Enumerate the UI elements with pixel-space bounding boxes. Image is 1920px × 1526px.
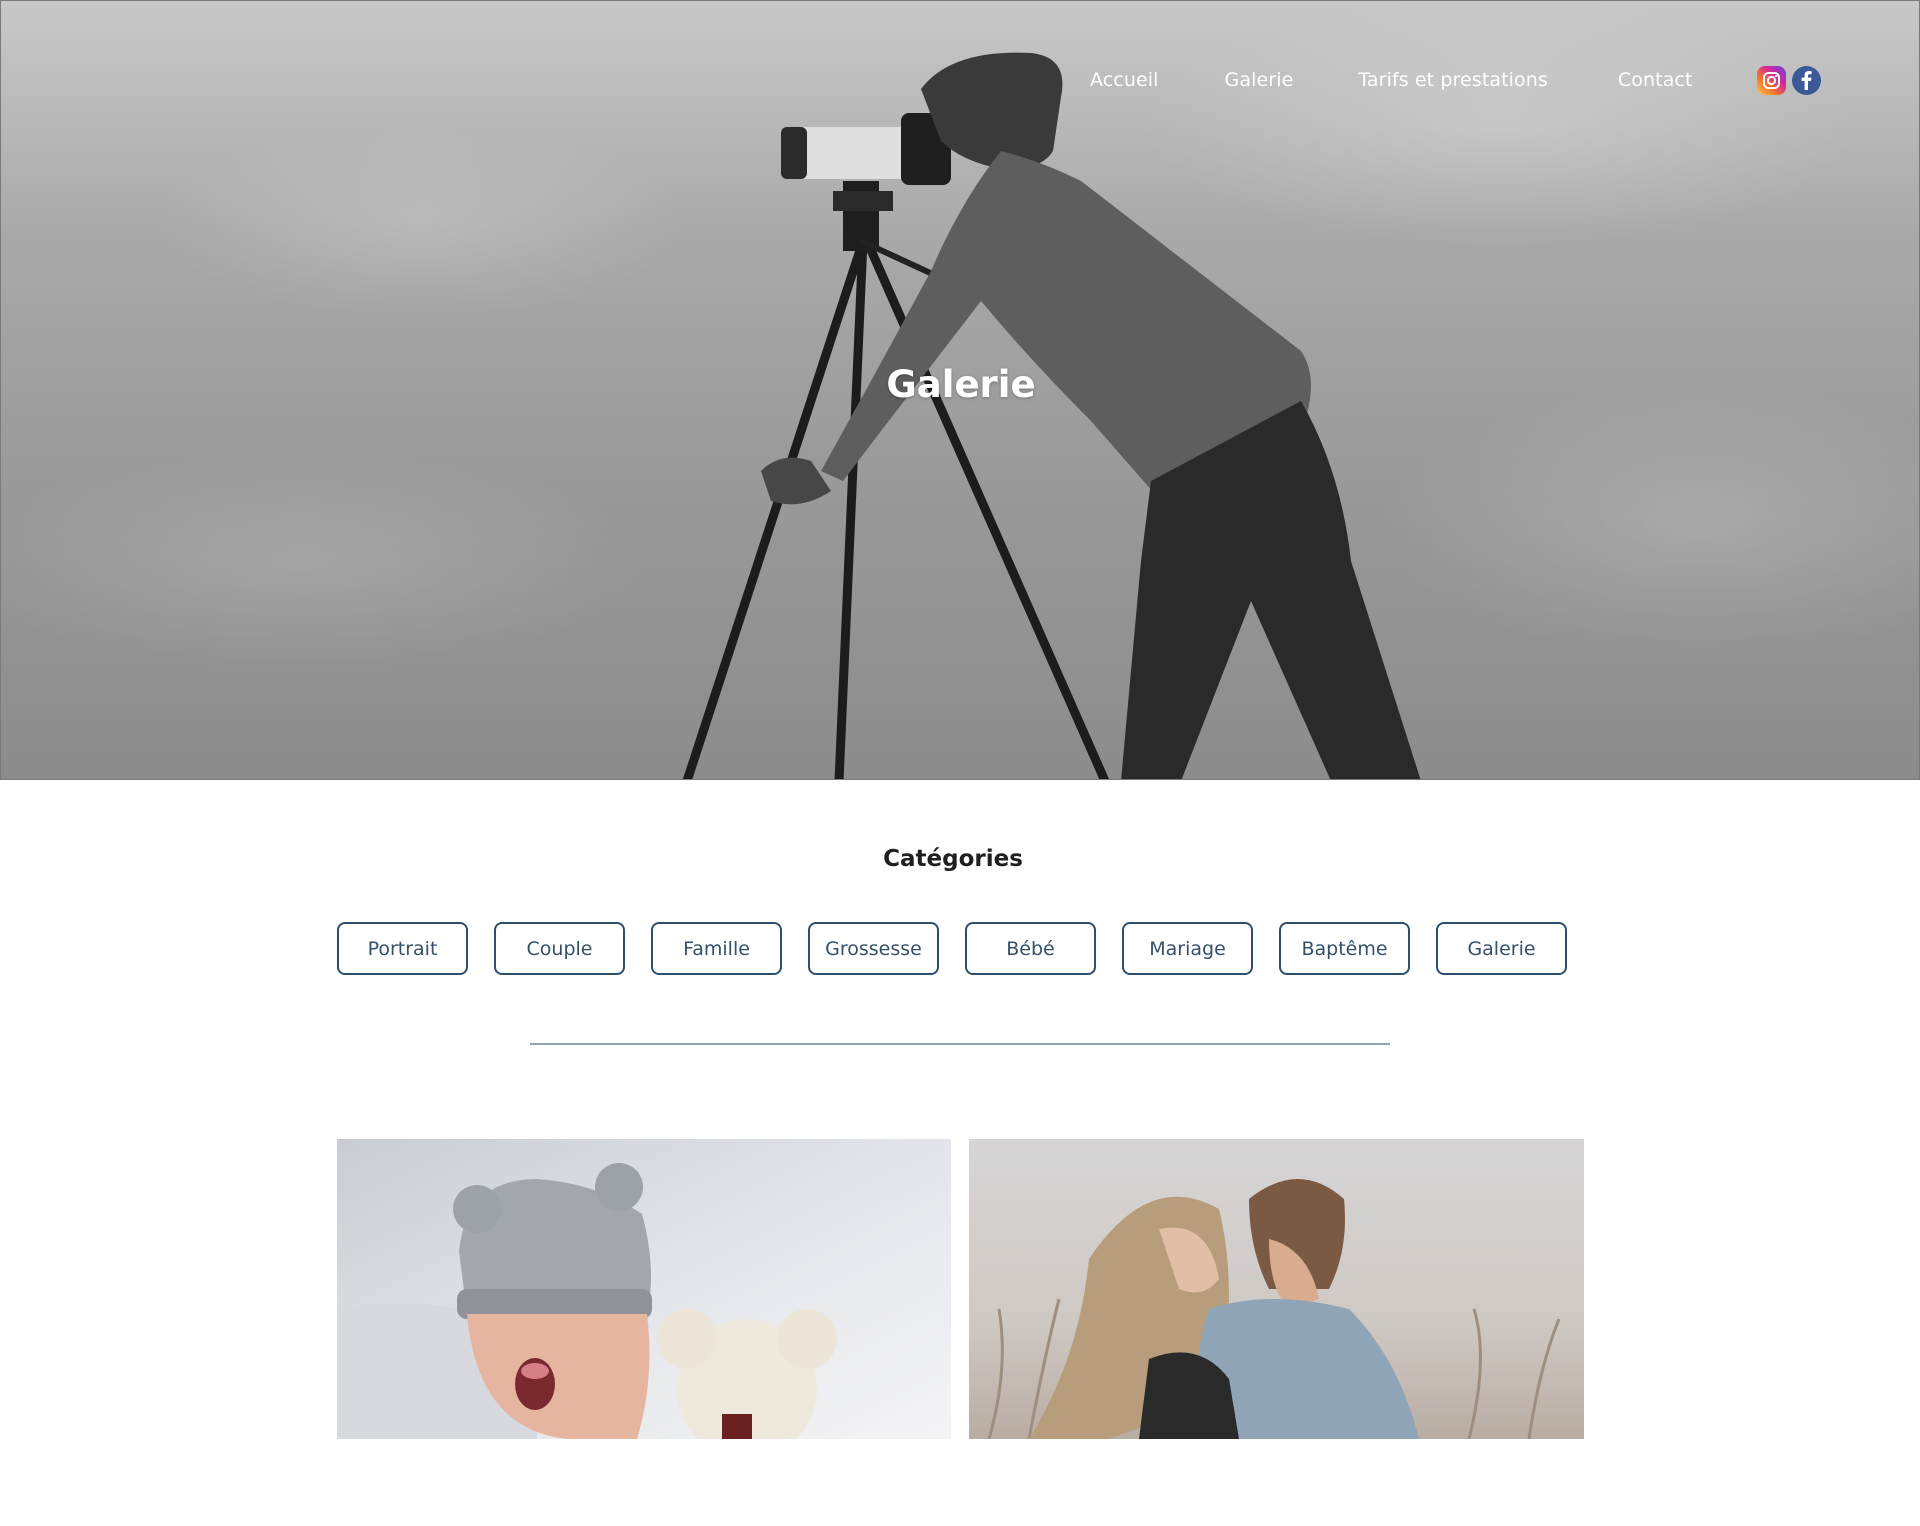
hero-banner: Accueil Galerie Tarifs et prestations Co… — [0, 0, 1920, 780]
category-filter-bar: Portrait Couple Famille Grossesse Bébé M… — [337, 922, 1567, 975]
category-button-bapteme[interactable]: Baptême — [1279, 922, 1410, 975]
page-title: Galerie — [886, 363, 1036, 406]
section-divider — [530, 1043, 1390, 1045]
nav-link-contact[interactable]: Contact — [1618, 69, 1693, 91]
social-links — [1756, 65, 1821, 95]
instagram-icon[interactable] — [1756, 65, 1786, 95]
category-button-couple[interactable]: Couple — [494, 922, 625, 975]
category-button-galerie[interactable]: Galerie — [1436, 922, 1567, 975]
facebook-icon[interactable] — [1791, 65, 1821, 95]
category-button-famille[interactable]: Famille — [651, 922, 782, 975]
nav-link-accueil[interactable]: Accueil — [1090, 69, 1159, 91]
nav-link-galerie[interactable]: Galerie — [1225, 69, 1294, 91]
category-button-bebe[interactable]: Bébé — [965, 922, 1096, 975]
gallery-photo-baby[interactable] — [337, 1139, 951, 1439]
category-button-grossesse[interactable]: Grossesse — [808, 922, 939, 975]
category-button-mariage[interactable]: Mariage — [1122, 922, 1253, 975]
gallery-photo-couple[interactable] — [969, 1139, 1584, 1439]
category-button-portrait[interactable]: Portrait — [337, 922, 468, 975]
nav-link-tarifs[interactable]: Tarifs et prestations — [1358, 69, 1548, 91]
categories-heading: Catégories — [883, 846, 1023, 872]
main-nav: Accueil Galerie Tarifs et prestations Co… — [1090, 65, 1821, 95]
